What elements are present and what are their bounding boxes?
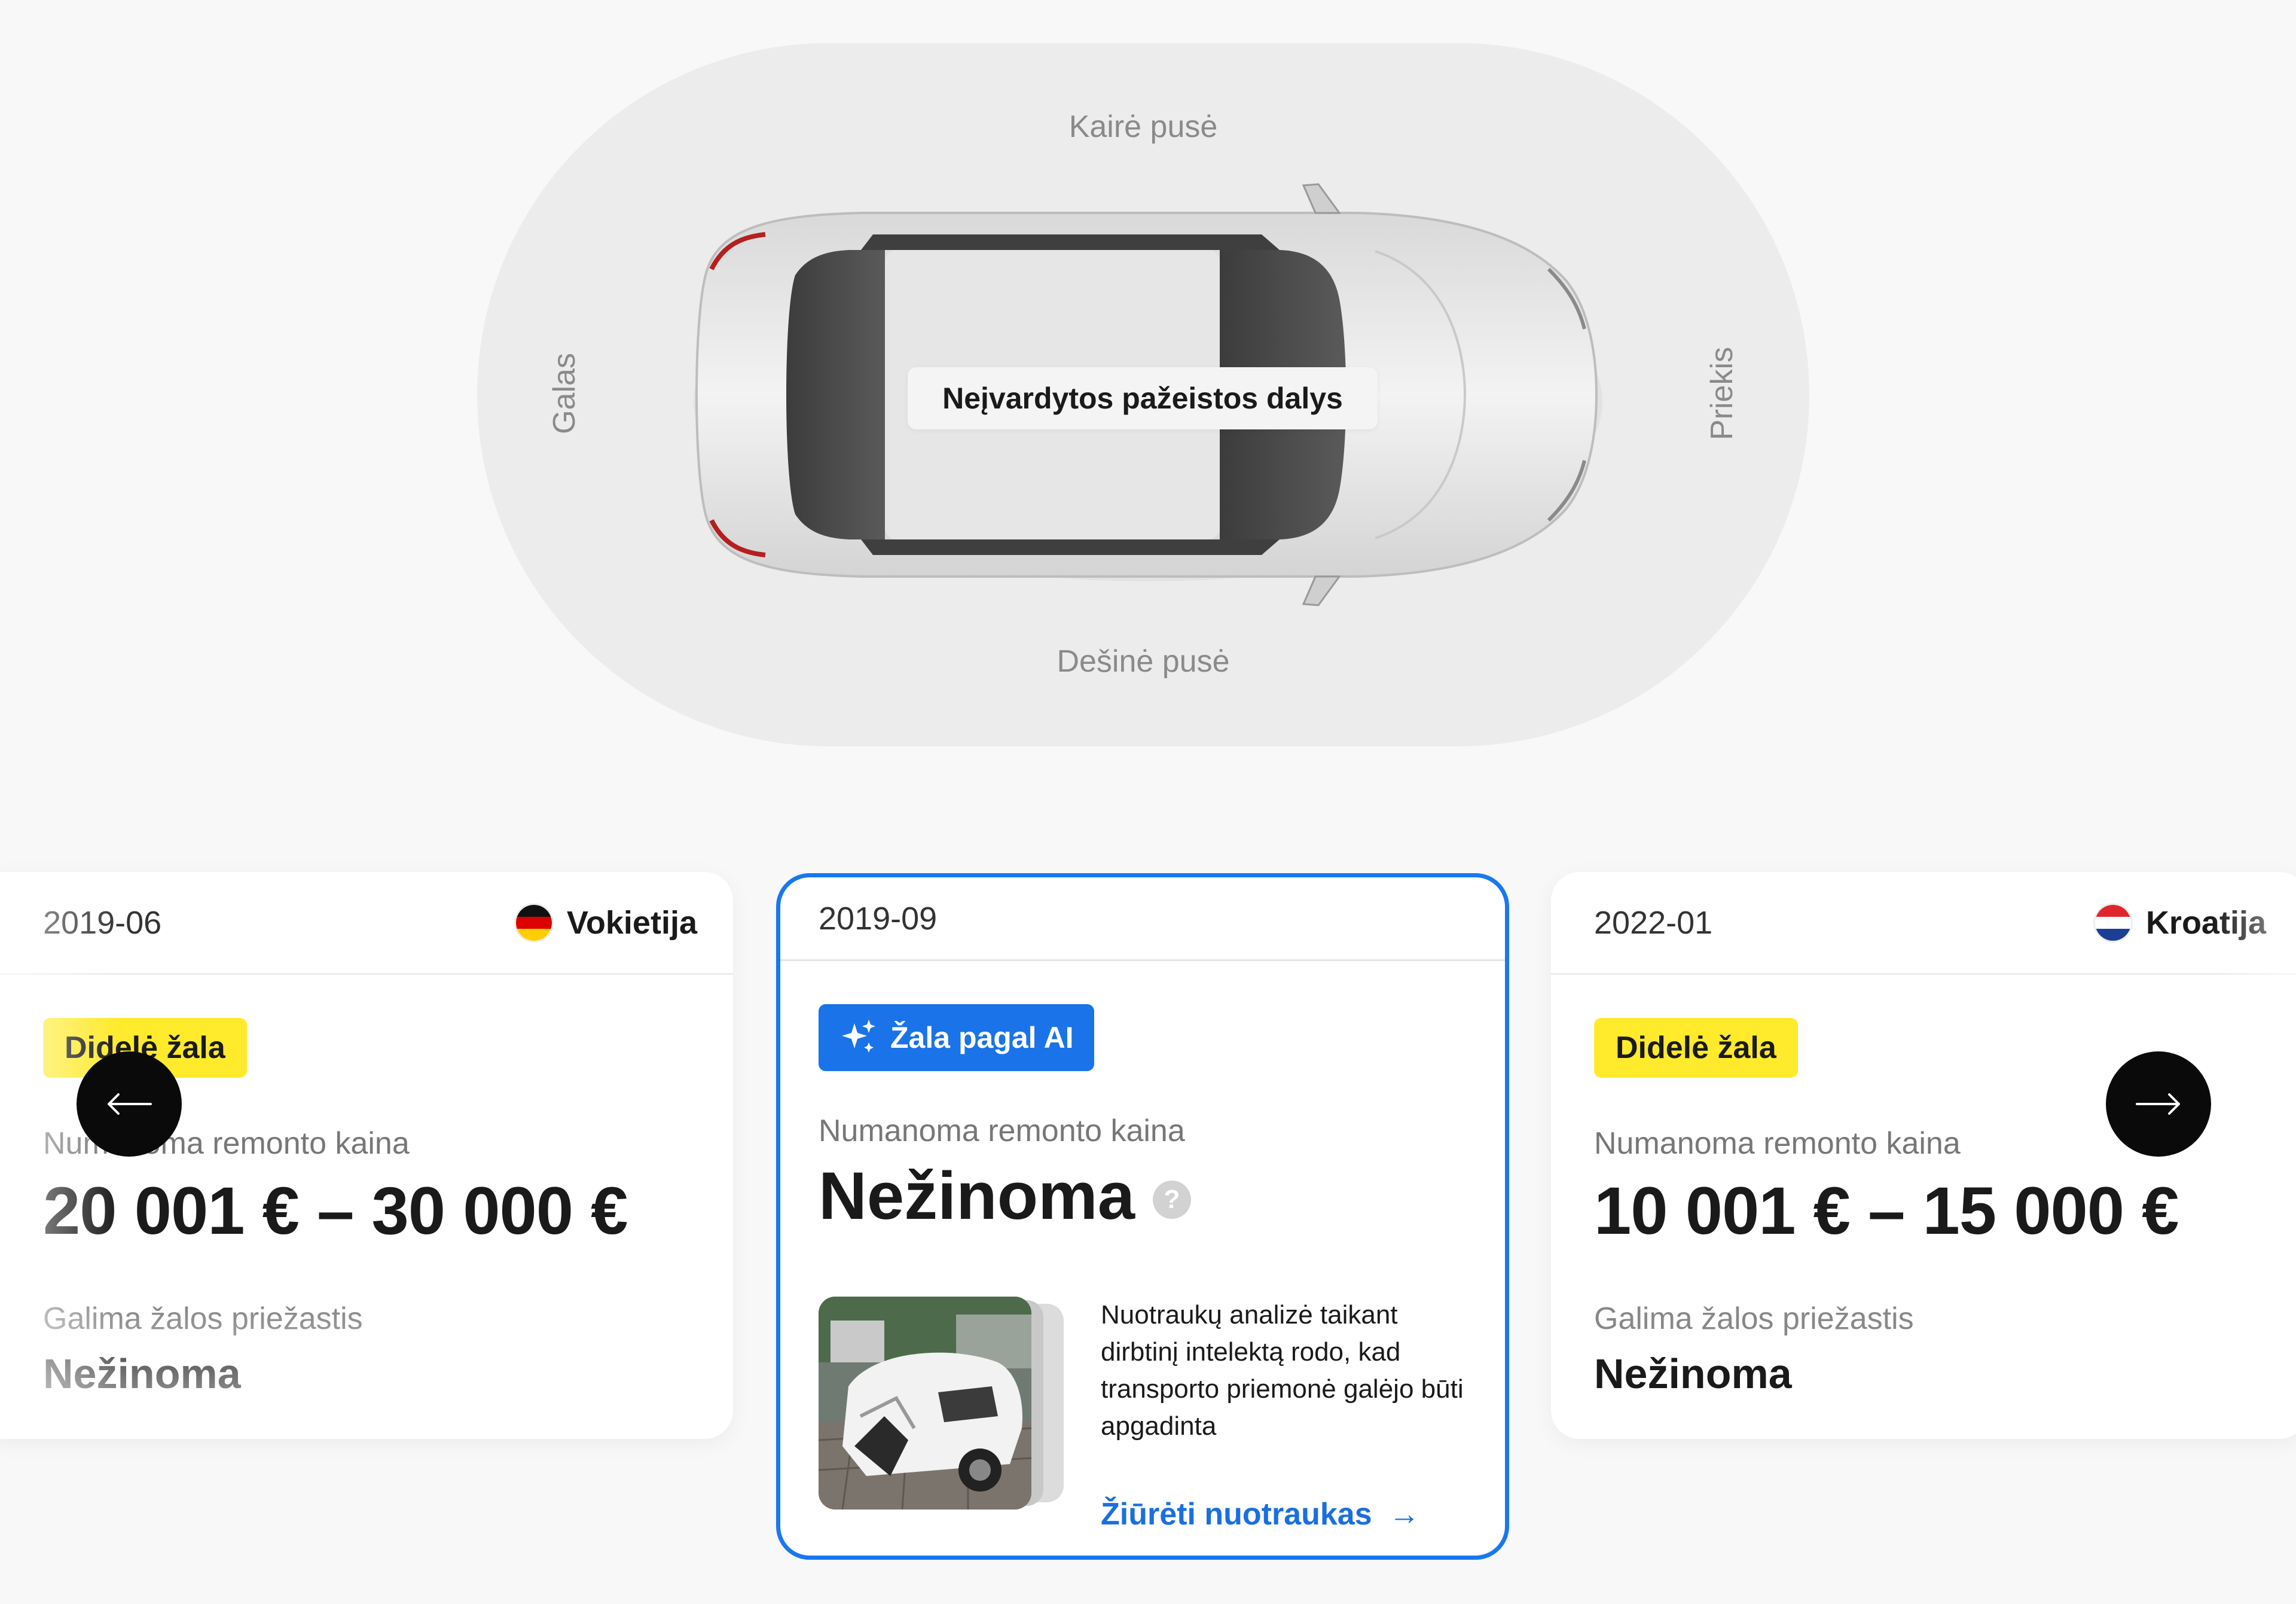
repair-cost-value: 20 001 € – 30 000 €: [43, 1173, 628, 1248]
label-right-side: Dešinė pusė: [1057, 644, 1230, 679]
view-photos-label: Žiūrėti nuotraukas: [1101, 1497, 1372, 1532]
damage-card-2022-01: 2022-01 Kroatija Didelė žala Numanoma re…: [1551, 872, 2296, 1439]
ai-analysis-section: Nuotraukų analizė taikant dirbtinį intel…: [819, 1297, 1469, 1532]
country-name: Kroatija: [2145, 904, 2266, 941]
damaged-car-photo-image: [819, 1297, 1031, 1510]
ai-analysis-text: Nuotraukų analizė taikant dirbtinį intel…: [1101, 1297, 1471, 1532]
ai-badge-label: Žala pagal AI: [890, 1021, 1074, 1054]
card-date: 2019-09: [819, 900, 938, 937]
damage-cause-label: Galima žalos priežastis: [43, 1301, 363, 1336]
croatia-flag-icon: [2093, 902, 2133, 943]
card-date: 2022-01: [1594, 904, 1713, 941]
damage-card-2019-09-selected[interactable]: 2019-09 Žala pagal AI Numanoma remonto k…: [776, 873, 1509, 1560]
damage-cause-label: Galima žalos priežastis: [1594, 1301, 1914, 1336]
ai-damage-badge: Žala pagal AI: [819, 1004, 1094, 1071]
damage-cause-value: Nežinoma: [43, 1350, 241, 1397]
card-country: Vokietija: [514, 902, 697, 943]
repair-cost-label: Numanoma remonto kaina: [819, 1114, 1185, 1148]
card-header: 2019-09: [780, 877, 1505, 961]
card-country: Kroatija: [2093, 902, 2266, 943]
card-body: Didelė žala Numanoma remonto kaina 10 00…: [1551, 975, 2296, 1398]
card-header: 2022-01 Kroatija: [1551, 872, 2296, 975]
label-left-side: Kairė pusė: [1068, 109, 1218, 144]
damage-cause-value: Nežinoma: [1594, 1350, 1792, 1397]
damage-badge: Didelė žala: [1594, 1018, 1798, 1078]
label-rear: Galas: [547, 353, 582, 434]
arrow-left-icon: [108, 1093, 152, 1115]
repair-cost-value: 10 001 € – 15 000 €: [1594, 1173, 2179, 1248]
card-body: Didelė žala Numanoma remonto kaina 20 00…: [0, 975, 733, 1398]
germany-flag-icon: [514, 902, 554, 943]
card-body: Žala pagal AI Numanoma remonto kaina Než…: [780, 961, 1505, 1532]
label-front: Priekis: [1705, 346, 1739, 441]
view-photos-link[interactable]: Žiūrėti nuotraukas →: [1101, 1496, 1420, 1532]
ai-description: Nuotraukų analizė taikant dirbtinį intel…: [1101, 1300, 1464, 1441]
arrow-right-icon: [2136, 1093, 2180, 1115]
country-name: Vokietija: [566, 904, 697, 941]
help-icon[interactable]: ?: [1153, 1180, 1191, 1219]
arrow-right-icon: →: [1388, 1497, 1420, 1532]
damage-card-2019-06: 2019-06 Vokietija Didelė žala Numanoma r…: [0, 872, 733, 1439]
card-date: 2019-06: [43, 904, 162, 941]
photo-stack[interactable]: [819, 1297, 1070, 1510]
damage-parts-tag[interactable]: Neįvardytos pažeistos dalys: [908, 367, 1378, 429]
repair-cost-row: Nežinoma ?: [819, 1157, 1469, 1234]
repair-cost-value: Nežinoma: [819, 1158, 1135, 1233]
sparkles-icon: [842, 1020, 875, 1053]
carousel-next-button[interactable]: [2106, 1051, 2211, 1157]
damage-history-page: Kairė pusė Dešinė pusė Galas Priekis Neį…: [0, 0, 2296, 1604]
damaged-car-photo[interactable]: [819, 1297, 1031, 1510]
card-header: 2019-06 Vokietija: [0, 872, 733, 975]
carousel-prev-button[interactable]: [77, 1051, 182, 1157]
